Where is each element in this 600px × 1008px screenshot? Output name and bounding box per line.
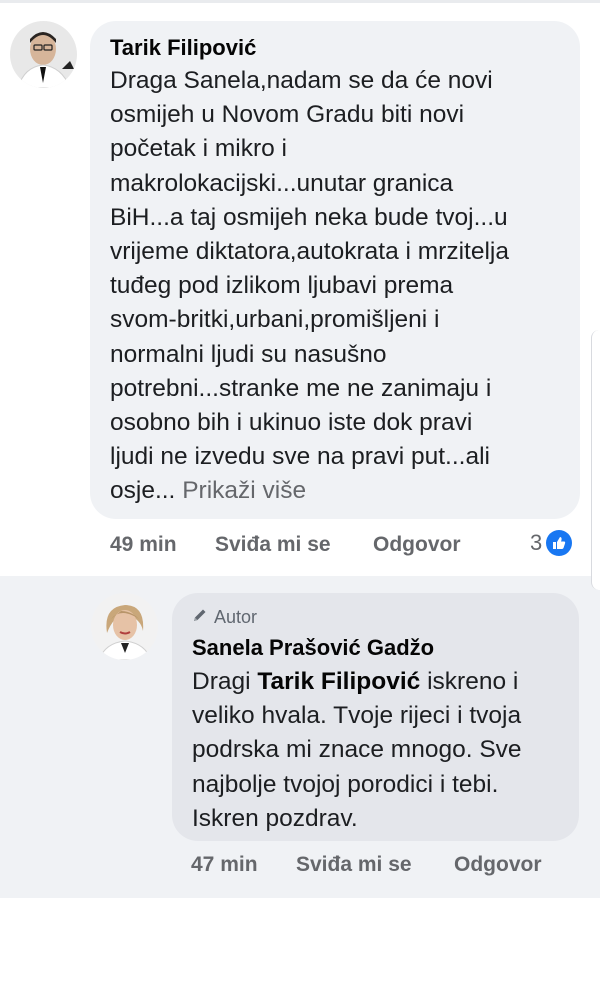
comment-line: tuđeg pod izlikom ljubavi prema xyxy=(110,272,454,300)
reply-avatar[interactable] xyxy=(91,593,158,660)
reply-line: najbolje tvojoj porodici i tebi. xyxy=(192,770,499,798)
reply-text: Dragi Tarik Filipović iskreno i veliko h… xyxy=(192,665,572,836)
pencil-icon xyxy=(192,607,208,628)
comment-line: osobno bih i ukinuo iste dok pravi xyxy=(110,409,473,437)
comment-last-line: osje... Prikaži više xyxy=(110,474,570,508)
avatar[interactable] xyxy=(10,21,77,88)
reply-line: podrska mi znace mnogo. Sve xyxy=(192,736,522,764)
like-button[interactable]: Sviđa mi se xyxy=(215,533,331,557)
reply-time[interactable]: 47 min xyxy=(191,853,258,877)
reply-line: veliko hvala. Tvoje rijeci i tvoja xyxy=(192,702,522,730)
greeting: Dragi xyxy=(192,668,251,695)
mention-link[interactable]: Tarik Filipović xyxy=(257,668,420,695)
comment-line: makrolokacijski...unutar granica xyxy=(110,169,454,197)
reaction-count: 3 xyxy=(530,530,543,555)
comment-line: Draga Sanela,nadam se da će novi xyxy=(110,67,493,94)
reaction-summary[interactable]: 3 xyxy=(530,530,573,556)
comment-bubble: Tarik Filipović Draga Sanela,nadam se da… xyxy=(90,21,580,519)
thumbs-up-icon xyxy=(546,530,573,556)
comment-line: potrebni...stranke me ne zanimaju i xyxy=(110,374,492,402)
comment-time[interactable]: 49 min xyxy=(110,533,177,557)
comment-text: Draga Sanela,nadam se da će novi osmijeh… xyxy=(110,64,570,509)
author-badge: Autor xyxy=(192,607,257,628)
comment-line: početak i mikro i xyxy=(110,135,288,163)
scrollbar[interactable] xyxy=(591,330,600,590)
truncated-text: osje... xyxy=(110,477,176,505)
comment-line: svom-britki,urbani,promišljeni i xyxy=(110,306,440,334)
reply-line-rest: iskreno i xyxy=(427,668,519,695)
comment-author[interactable]: Tarik Filipović xyxy=(110,35,256,61)
reply-author[interactable]: Sanela Prašović Gadžo xyxy=(192,635,434,661)
see-more-link[interactable]: Prikaži više xyxy=(182,477,306,504)
reply-button[interactable]: Odgovor xyxy=(373,533,461,557)
comment-line: osmijeh u Novom Gradu biti novi xyxy=(110,101,465,129)
comment-line: normalni ljudi su nasušno xyxy=(110,340,387,368)
reply-reply-button[interactable]: Odgovor xyxy=(454,853,542,877)
reply-bubble: Autor Sanela Prašović Gadžo Dragi Tarik … xyxy=(172,593,579,841)
comment-line: ljudi ne izvedu sve na pravi put...ali xyxy=(110,443,490,471)
comment-line: BiH...a taj osmijeh neka bude tvoj...u xyxy=(110,203,508,231)
badge-label: Autor xyxy=(214,607,258,627)
reply-like-button[interactable]: Sviđa mi se xyxy=(296,853,412,877)
reply-line: Iskren pozdrav. xyxy=(192,804,358,832)
comment-line: vrijeme diktatora,autokrata i mrzitelja xyxy=(110,238,509,266)
reply-first-line: Dragi Tarik Filipović iskreno i xyxy=(192,665,572,699)
